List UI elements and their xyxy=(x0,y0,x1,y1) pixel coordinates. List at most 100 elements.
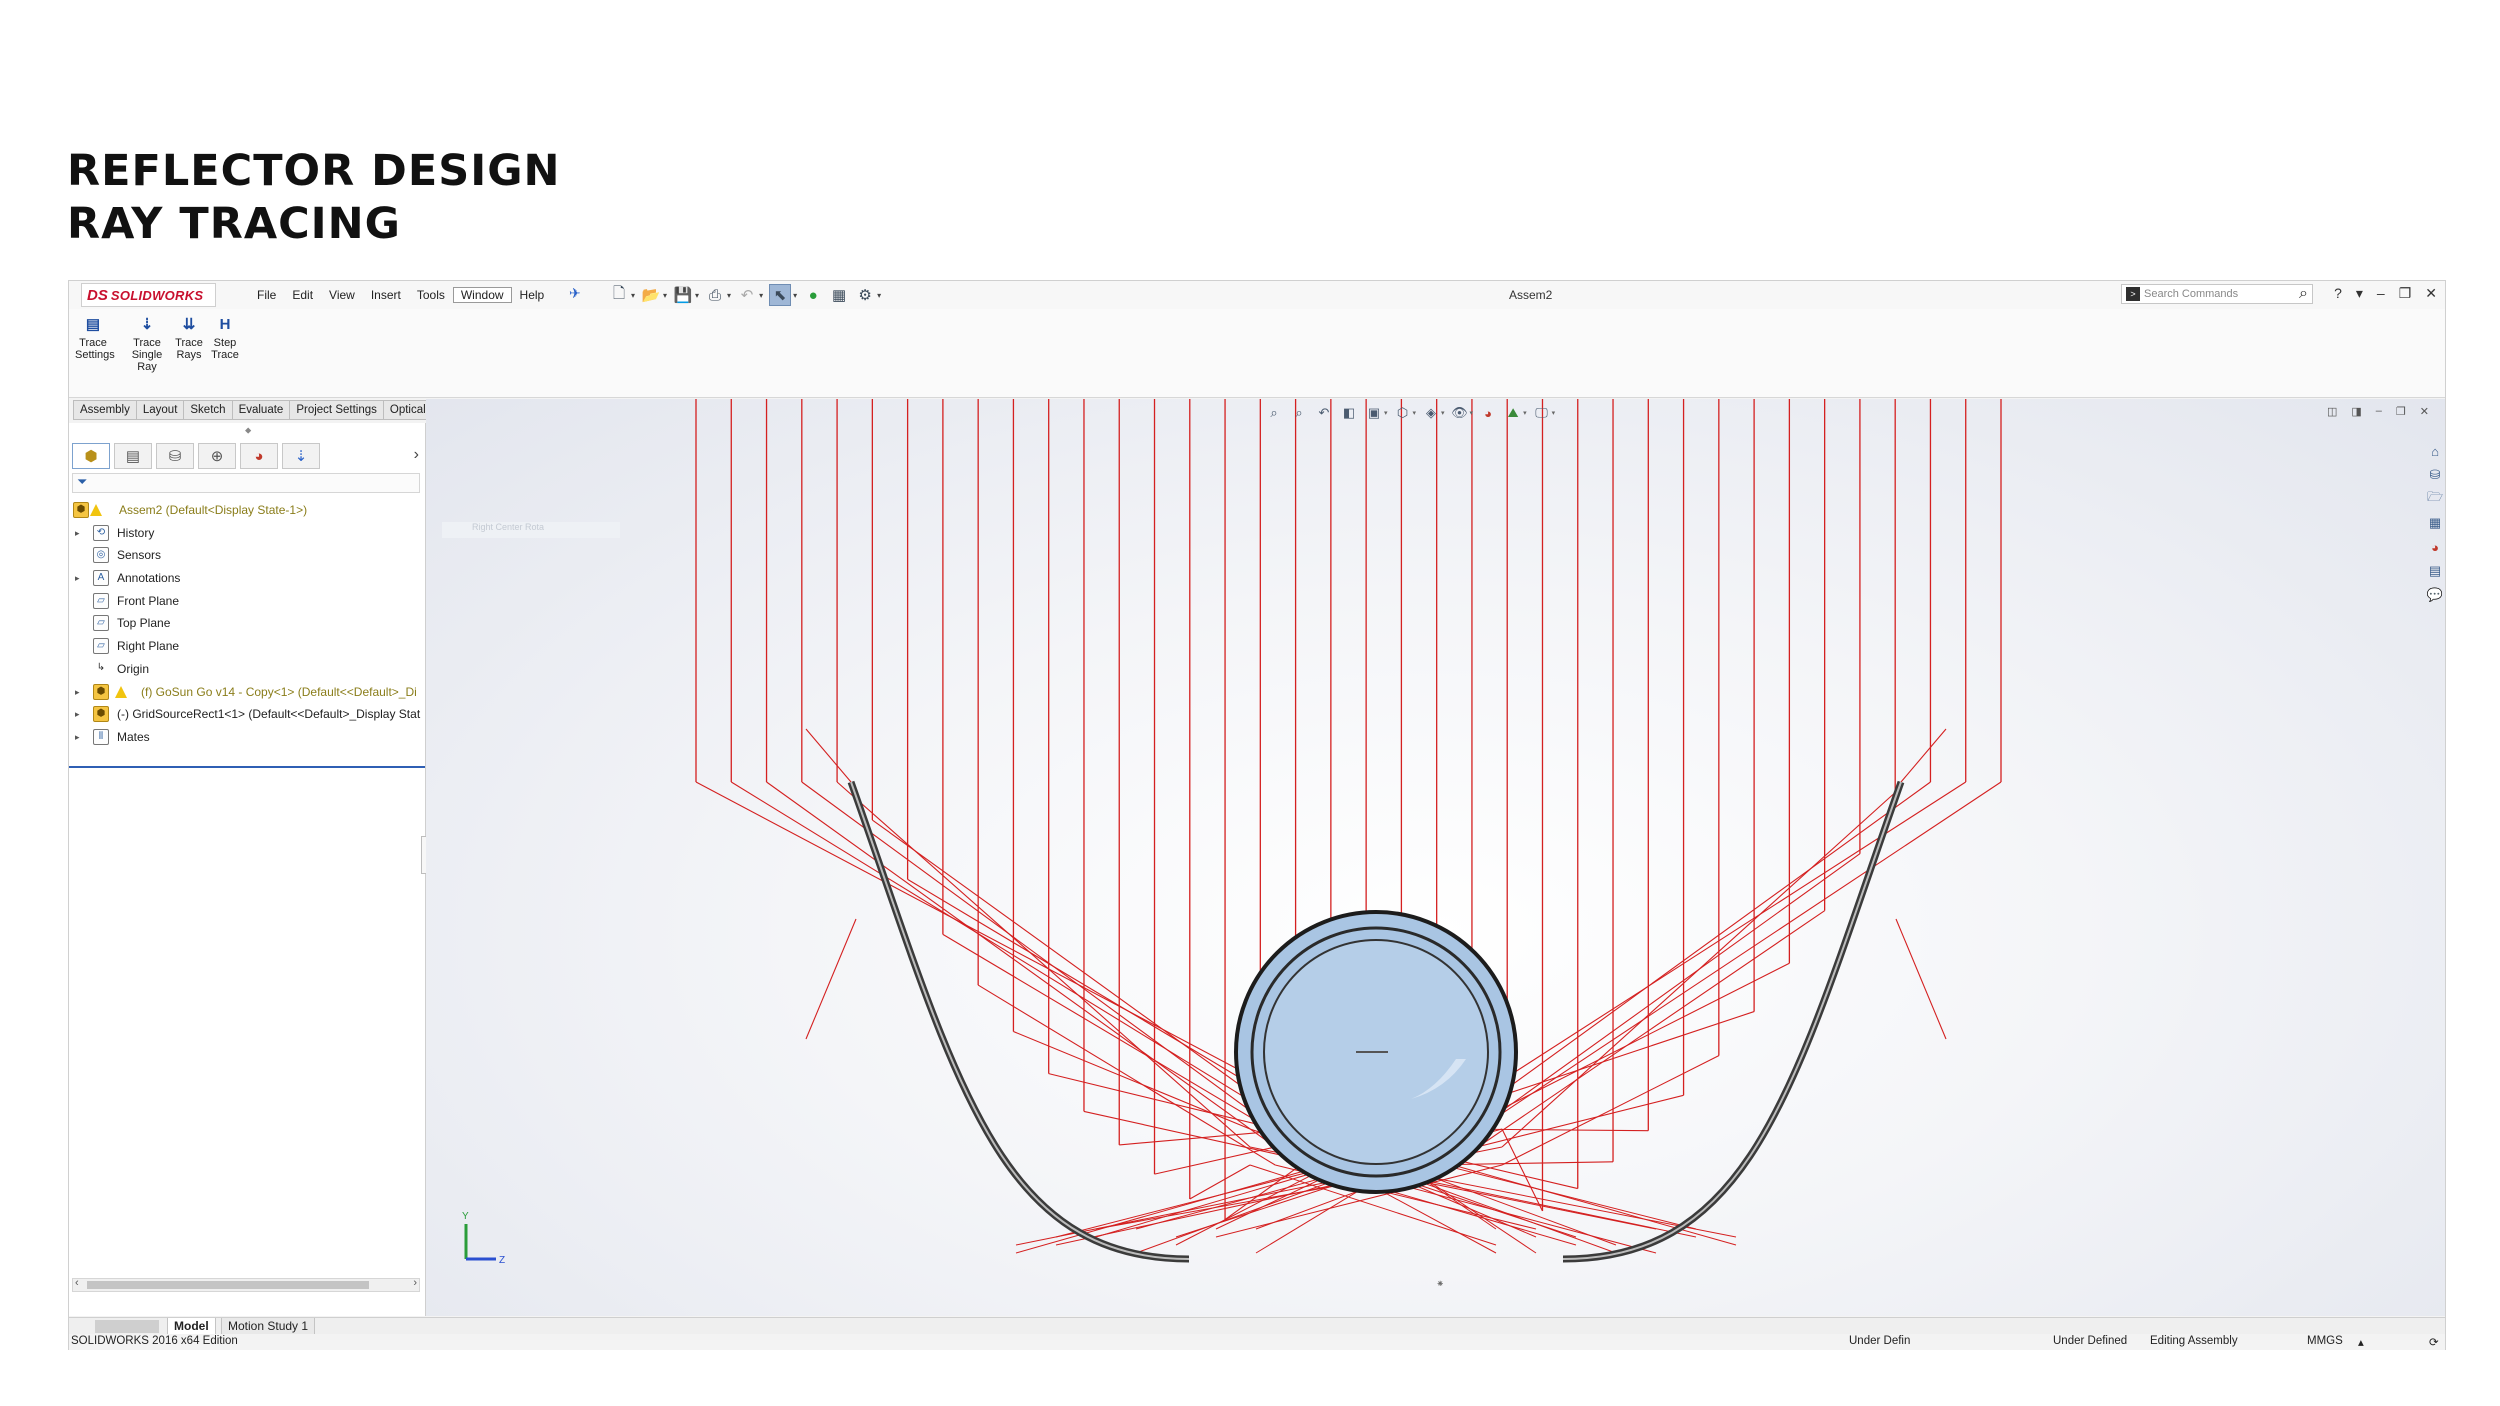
slide-title-line-1: REFLECTOR DESIGN xyxy=(67,146,561,196)
trace-single-ray-button[interactable]: ⇣ Trace Single Ray xyxy=(131,317,163,373)
undo-icon[interactable]: ↶ xyxy=(737,285,757,305)
previous-view-icon[interactable]: ↶ xyxy=(1314,403,1334,423)
menu-insert[interactable]: Insert xyxy=(363,287,409,303)
open-icon[interactable]: 📂 xyxy=(641,285,661,305)
file-properties-icon[interactable]: ▦ xyxy=(829,285,849,305)
feature-tree-scrollbar[interactable]: ‹ › xyxy=(72,1277,420,1292)
help-icon[interactable]: ? xyxy=(2334,285,2342,302)
print-icon[interactable]: ⎙ xyxy=(705,285,725,305)
scroll-left-icon[interactable]: ‹ xyxy=(75,1277,79,1289)
panel-splitter-icon[interactable]: ⬥ xyxy=(245,425,251,436)
trace-single-ray-label-3: Ray xyxy=(137,361,157,373)
dimxpert-tab-icon[interactable]: ⊕ xyxy=(198,443,236,469)
tab-motion-study[interactable]: Motion Study 1 xyxy=(221,1318,316,1335)
menu-tools[interactable]: Tools xyxy=(409,287,453,303)
traffic-light-icon[interactable]: ● xyxy=(803,285,823,305)
search-icon[interactable]: ⌕ xyxy=(2299,285,2308,303)
solidworks-logo[interactable]: DS SOLIDWORKS xyxy=(81,283,216,307)
reflected-ray xyxy=(730,781,1326,1148)
display-manager-tab-icon[interactable]: ◕ xyxy=(240,443,278,469)
tab-layout[interactable]: Layout xyxy=(135,400,185,420)
menu-view[interactable]: View xyxy=(321,287,363,303)
expand-arrow-icon[interactable]: ▸ xyxy=(75,681,80,704)
viewport-minimize-icon[interactable]: – xyxy=(2376,405,2382,418)
tab-assembly[interactable]: Assembly xyxy=(73,400,137,420)
units-arrow-icon[interactable]: ▴ xyxy=(2358,1335,2364,1349)
minimize-icon[interactable]: – xyxy=(2377,285,2385,302)
apply-scene-icon[interactable]: ⛰ xyxy=(1503,403,1523,423)
select-icon[interactable]: ⬉ xyxy=(769,284,792,306)
options-gear-icon[interactable]: ⚙ xyxy=(855,285,875,305)
scrollbar-thumb[interactable] xyxy=(87,1281,369,1289)
tree-item-right-plane[interactable]: ▱ Right Plane xyxy=(69,635,425,658)
appearances-icon[interactable]: ◕ xyxy=(2426,537,2444,557)
section-view-icon[interactable]: ◧ xyxy=(1339,403,1359,423)
new-document-icon[interactable]: 🗋 xyxy=(609,285,629,305)
expand-arrow-icon[interactable]: ▸ xyxy=(75,522,80,545)
menu-edit[interactable]: Edit xyxy=(284,287,321,303)
close-icon[interactable]: ✕ xyxy=(2425,285,2437,302)
tree-filter[interactable]: ⏷ xyxy=(72,473,420,493)
restore-icon[interactable]: ❐ xyxy=(2399,285,2412,302)
step-trace-button[interactable]: H Step Trace xyxy=(209,317,241,361)
property-manager-tab-icon[interactable]: ▤ xyxy=(114,443,152,469)
tree-item-sensors[interactable]: ◎ Sensors xyxy=(69,544,425,567)
ray-trace-scene: Y Z ⁕ xyxy=(462,399,2002,1290)
forum-icon[interactable]: 💬 xyxy=(2426,585,2444,605)
tab-sketch[interactable]: Sketch xyxy=(183,400,233,420)
graphics-area[interactable]: Y Z ⁕ Right Center Rota ⌕ ⌕ ↶ ◧ ▣ ▾ ⬡ ▾ ◈ ▾… xyxy=(426,399,2445,1316)
tree-item-mates[interactable]: ▸ ⫴ Mates xyxy=(69,726,425,749)
custom-properties-icon[interactable]: ▤ xyxy=(2426,561,2444,581)
chevron-right-icon[interactable]: › xyxy=(414,446,419,464)
help-dropdown-icon[interactable]: ▾ xyxy=(2356,285,2363,302)
dynamic-annotation-icon[interactable]: ▣ xyxy=(1364,403,1384,423)
design-library-icon[interactable]: ⛁ xyxy=(2426,465,2444,485)
mates-icon: ⫴ xyxy=(93,728,109,745)
tab-navigation[interactable] xyxy=(95,1320,159,1333)
file-explorer-icon[interactable]: 🗁 xyxy=(2426,489,2444,509)
optics-tab-icon[interactable]: ⇣ xyxy=(282,443,320,469)
expand-arrow-icon[interactable]: ▸ xyxy=(75,567,80,590)
expand-arrow-icon[interactable]: ▸ xyxy=(75,726,80,749)
viewport-link-icon[interactable]: ◨ xyxy=(2351,405,2361,418)
view-orientation-icon[interactable]: ⬡ xyxy=(1393,403,1413,423)
expand-arrow-icon[interactable]: ▸ xyxy=(75,703,80,726)
tree-item-origin[interactable]: ↳ Origin xyxy=(69,658,425,681)
pin-icon[interactable]: ✈ xyxy=(569,285,581,302)
configuration-manager-tab-icon[interactable]: ⛁ xyxy=(156,443,194,469)
viewport-split-icon[interactable]: ◫ xyxy=(2327,405,2337,418)
search-commands-box[interactable]: > Search Commands ⌕ xyxy=(2121,284,2313,304)
viewport-close-icon[interactable]: ✕ xyxy=(2420,405,2429,418)
tab-project-settings[interactable]: Project Settings xyxy=(289,400,384,420)
rebuild-status-icon[interactable]: ⟳ xyxy=(2429,1335,2439,1349)
menu-file[interactable]: File xyxy=(249,287,284,303)
menu-window[interactable]: Window xyxy=(452,287,512,303)
menu-help[interactable]: Help xyxy=(512,287,553,303)
edit-appearance-icon[interactable]: ◕ xyxy=(1478,403,1498,423)
tree-item-component-1[interactable]: ▸ ⬢ (f) GoSun Go v14 - Copy<1> (Default<… xyxy=(69,681,425,704)
view-settings-icon[interactable]: 🖵 xyxy=(1532,403,1552,423)
zoom-to-area-icon[interactable]: ⌕ xyxy=(1289,403,1309,423)
solidworks-window: DS SOLIDWORKS File Edit View Insert Tools Win… xyxy=(68,280,2446,1350)
trace-rays-button[interactable]: ⇊ Trace Rays xyxy=(173,317,205,361)
status-edition: SOLIDWORKS 2016 x64 Edition xyxy=(71,1335,238,1347)
home-icon[interactable]: ⌂ xyxy=(2426,441,2444,461)
tree-item-component-2[interactable]: ▸ ⬢ (-) GridSourceRect1<1> (Default<<Def… xyxy=(69,703,425,726)
save-icon[interactable]: 💾 xyxy=(673,285,693,305)
tree-item-front-plane[interactable]: ▱ Front Plane xyxy=(69,590,425,613)
tab-model[interactable]: Model xyxy=(167,1318,216,1335)
display-style-icon[interactable]: ◈ xyxy=(1421,403,1441,423)
hide-show-items-icon[interactable]: 👁 xyxy=(1450,403,1470,423)
feature-tree-tab-icon[interactable]: ⬢ xyxy=(72,443,110,469)
view-palette-icon[interactable]: ▦ xyxy=(2426,513,2444,533)
status-units[interactable]: MMGS xyxy=(2307,1335,2343,1347)
zoom-to-fit-icon[interactable]: ⌕ xyxy=(1264,403,1284,423)
scroll-right-icon[interactable]: › xyxy=(413,1277,417,1289)
tab-evaluate[interactable]: Evaluate xyxy=(231,400,291,420)
tree-item-annotations[interactable]: ▸ A Annotations xyxy=(69,567,425,590)
trace-settings-button[interactable]: ▤ Trace Settings xyxy=(75,317,115,361)
tree-item-history[interactable]: ▸ ⟲ History xyxy=(69,522,425,545)
viewport-restore-icon[interactable]: ❐ xyxy=(2396,405,2406,418)
tree-item-root[interactable]: ⬢ Assem2 (Default<Display State-1>) xyxy=(69,499,425,522)
tree-item-top-plane[interactable]: ▱ Top Plane xyxy=(69,612,425,635)
